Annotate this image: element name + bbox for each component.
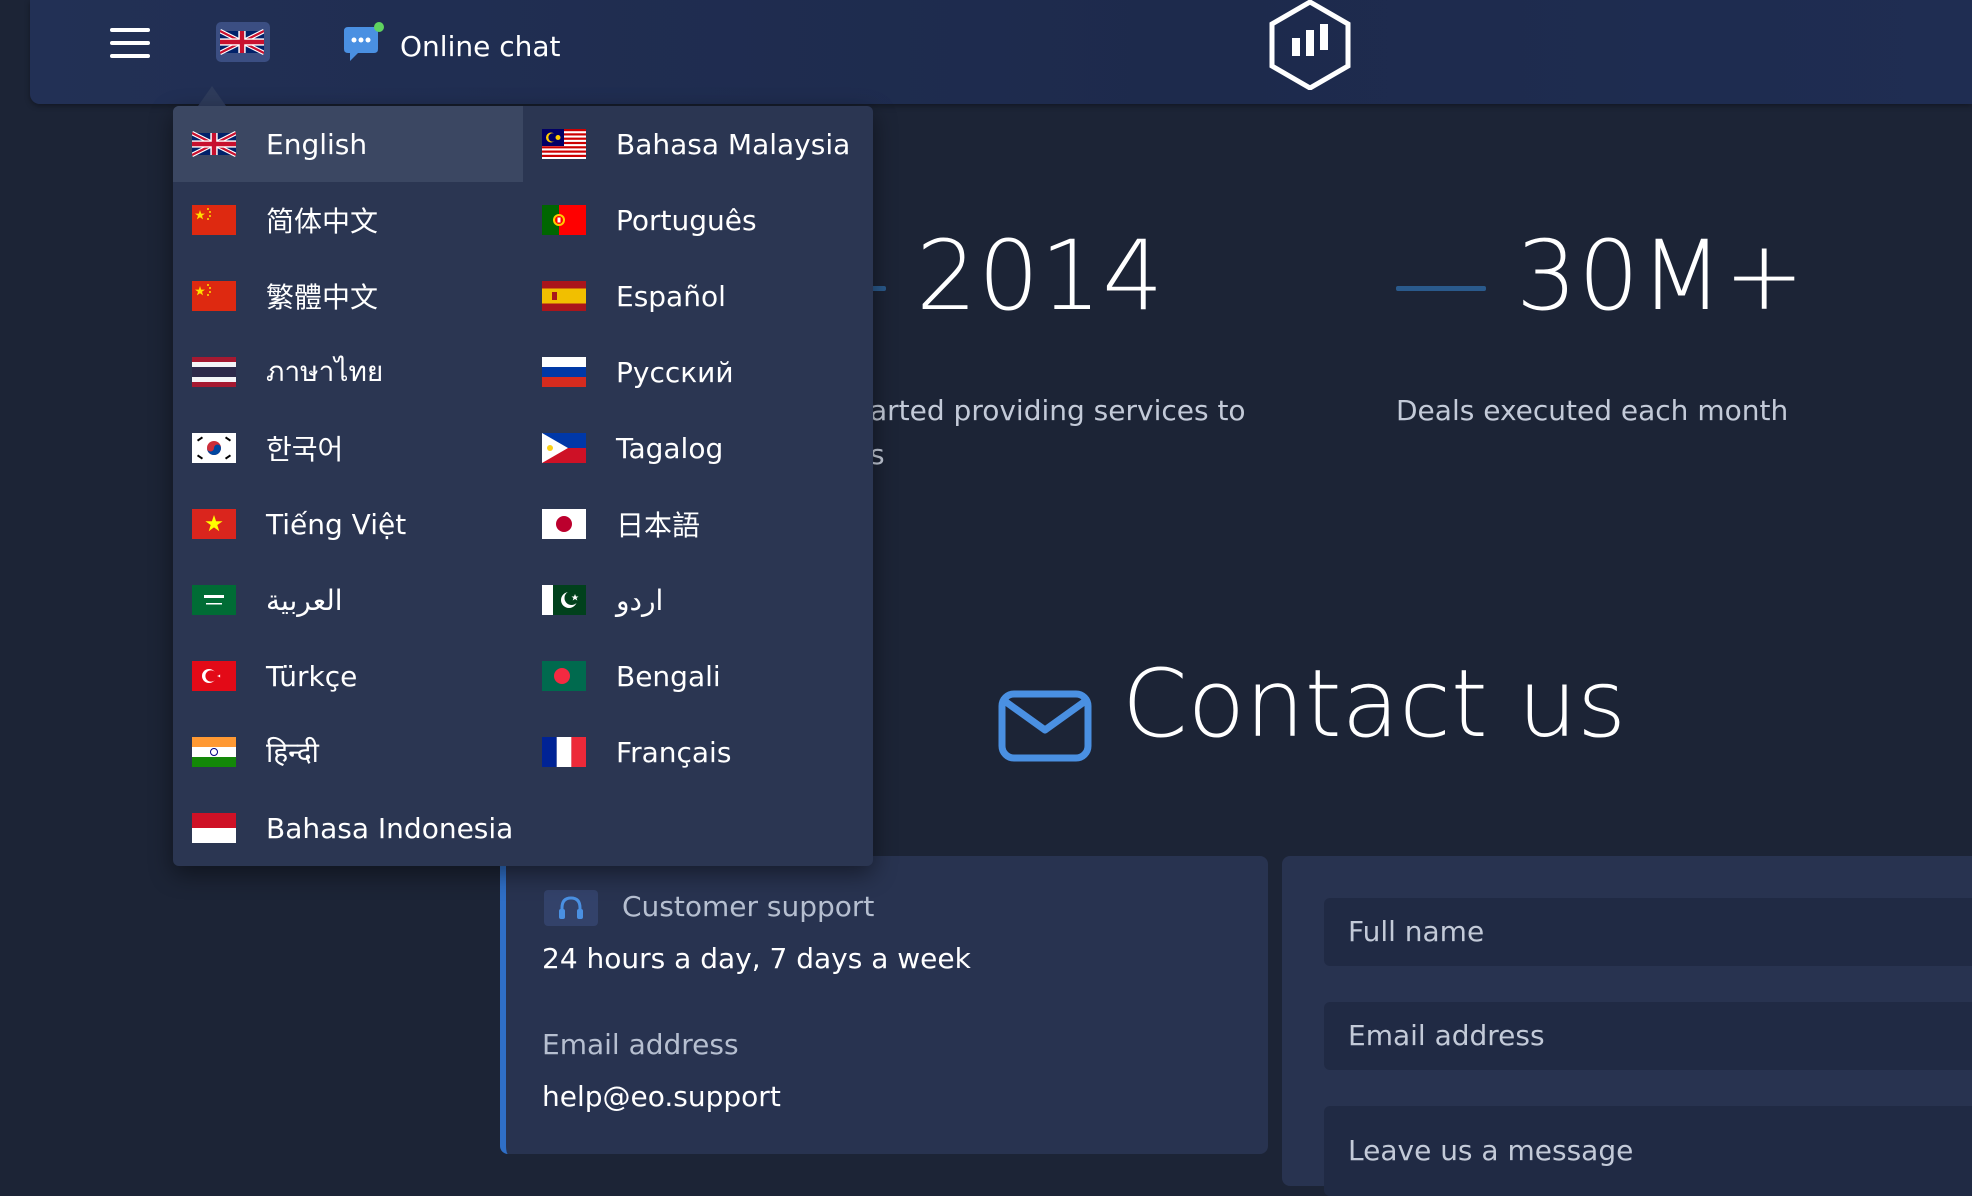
email-input[interactable]: Email address <box>1324 1002 1972 1070</box>
turkey-flag-icon <box>192 661 236 691</box>
dropdown-caret <box>198 86 226 106</box>
stat-deals-description: Deals executed each month <box>1396 394 1789 427</box>
saudi-arabia-flag-icon <box>192 585 236 615</box>
top-bar: Online chat <box>30 0 1972 104</box>
uk-flag-icon <box>220 27 264 57</box>
uk-flag-icon <box>192 129 236 159</box>
language-option-arabic[interactable]: العربية <box>173 562 523 638</box>
language-option-spanish[interactable]: Español <box>523 258 873 334</box>
language-label: Español <box>616 279 726 313</box>
language-option-turkish[interactable]: Türkçe <box>173 638 523 714</box>
language-label: العربية <box>266 583 343 617</box>
language-option-english[interactable]: English <box>173 106 523 182</box>
china-flag-icon <box>192 281 236 311</box>
language-option-malay[interactable]: Bahasa Malaysia <box>523 106 873 182</box>
language-option-hindi[interactable]: हिन्दी <box>173 714 523 790</box>
language-option-portuguese[interactable]: Português <box>523 182 873 258</box>
thailand-flag-icon <box>192 357 236 387</box>
language-option-traditional-chinese[interactable]: 繁體中文 <box>173 258 523 334</box>
indonesia-flag-icon <box>192 813 236 843</box>
language-option-japanese[interactable]: 日本語 <box>523 486 873 562</box>
language-label: Bengali <box>616 659 721 693</box>
hamburger-icon[interactable] <box>110 28 150 60</box>
full-name-input[interactable]: Full name <box>1324 898 1972 966</box>
language-label: 日本語 <box>616 509 701 542</box>
language-label: Bahasa Indonesia <box>266 811 514 845</box>
language-label: اردو <box>616 583 664 617</box>
language-option-vietnamese[interactable]: Tiếng Việt <box>173 486 523 562</box>
online-chat-label: Online chat <box>400 29 561 63</box>
contact-info-card: Customer support 24 hours a day, 7 days … <box>500 856 1268 1154</box>
customer-support-label: Customer support <box>622 890 875 923</box>
language-label: Tiếng Việt <box>266 507 407 541</box>
stat-divider <box>1396 286 1486 291</box>
russia-flag-icon <box>542 357 586 387</box>
language-option-thai[interactable]: ภาษาไทย <box>173 334 523 410</box>
language-label: Bahasa Malaysia <box>616 127 851 161</box>
language-option-urdu[interactable]: اردو <box>523 562 873 638</box>
philippines-flag-icon <box>542 433 586 463</box>
language-label: Русский <box>616 355 734 389</box>
france-flag-icon <box>542 737 586 767</box>
language-selector-button[interactable] <box>216 22 270 62</box>
pakistan-flag-icon <box>542 585 586 615</box>
language-option-french[interactable]: Français <box>523 714 873 790</box>
language-label: 简体中文 <box>266 205 379 238</box>
language-label: Português <box>616 203 757 237</box>
language-option-tagalog[interactable]: Tagalog <box>523 410 873 486</box>
language-label: 繁體中文 <box>266 281 379 314</box>
stat-deals-value: 30M+ <box>1516 220 1806 332</box>
language-label: Tagalog <box>616 431 724 465</box>
india-flag-icon <box>192 737 236 767</box>
language-label: Français <box>616 735 732 769</box>
contact-form-card: Full name Email address Leave us a messa… <box>1282 856 1972 1196</box>
spain-flag-icon <box>542 281 586 311</box>
language-option-simplified-chinese[interactable]: 简体中文 <box>173 182 523 258</box>
language-dropdown: English 简体中文 繁體中文 ภาษาไทย 한국어 Tiếng Việt… <box>173 106 873 866</box>
language-label: English <box>266 127 368 161</box>
headset-icon <box>544 890 598 926</box>
hexagon-bars-logo[interactable] <box>1268 0 1352 94</box>
language-label: 한국어 <box>266 433 344 466</box>
language-label: ภาษาไทย <box>266 355 384 388</box>
portugal-flag-icon <box>542 205 586 235</box>
support-email-link[interactable]: help@eo.support <box>542 1080 781 1113</box>
china-flag-icon <box>192 205 236 235</box>
online-chat-button[interactable]: Online chat <box>340 22 561 70</box>
email-address-label: Email address <box>542 1028 739 1061</box>
vietnam-flag-icon <box>192 509 236 539</box>
envelope-icon <box>998 690 1092 766</box>
language-label: Türkçe <box>266 659 358 693</box>
language-option-bengali[interactable]: Bengali <box>523 638 873 714</box>
chat-bubble-icon <box>340 21 386 71</box>
japan-flag-icon <box>542 509 586 539</box>
korea-flag-icon <box>192 433 236 463</box>
bangladesh-flag-icon <box>542 661 586 691</box>
support-hours: 24 hours a day, 7 days a week <box>542 942 971 975</box>
message-textarea[interactable]: Leave us a message <box>1324 1106 1972 1196</box>
malaysia-flag-icon <box>542 129 586 159</box>
language-option-russian[interactable]: Русский <box>523 334 873 410</box>
contact-title: Contact us <box>1122 650 1627 759</box>
language-option-korean[interactable]: 한국어 <box>173 410 523 486</box>
stat-year-value: 2014 <box>916 220 1165 332</box>
language-label: हिन्दी <box>266 736 319 769</box>
language-option-indonesian[interactable]: Bahasa Indonesia <box>173 790 523 866</box>
stat-year-description: arted providing services to <box>870 394 1246 427</box>
